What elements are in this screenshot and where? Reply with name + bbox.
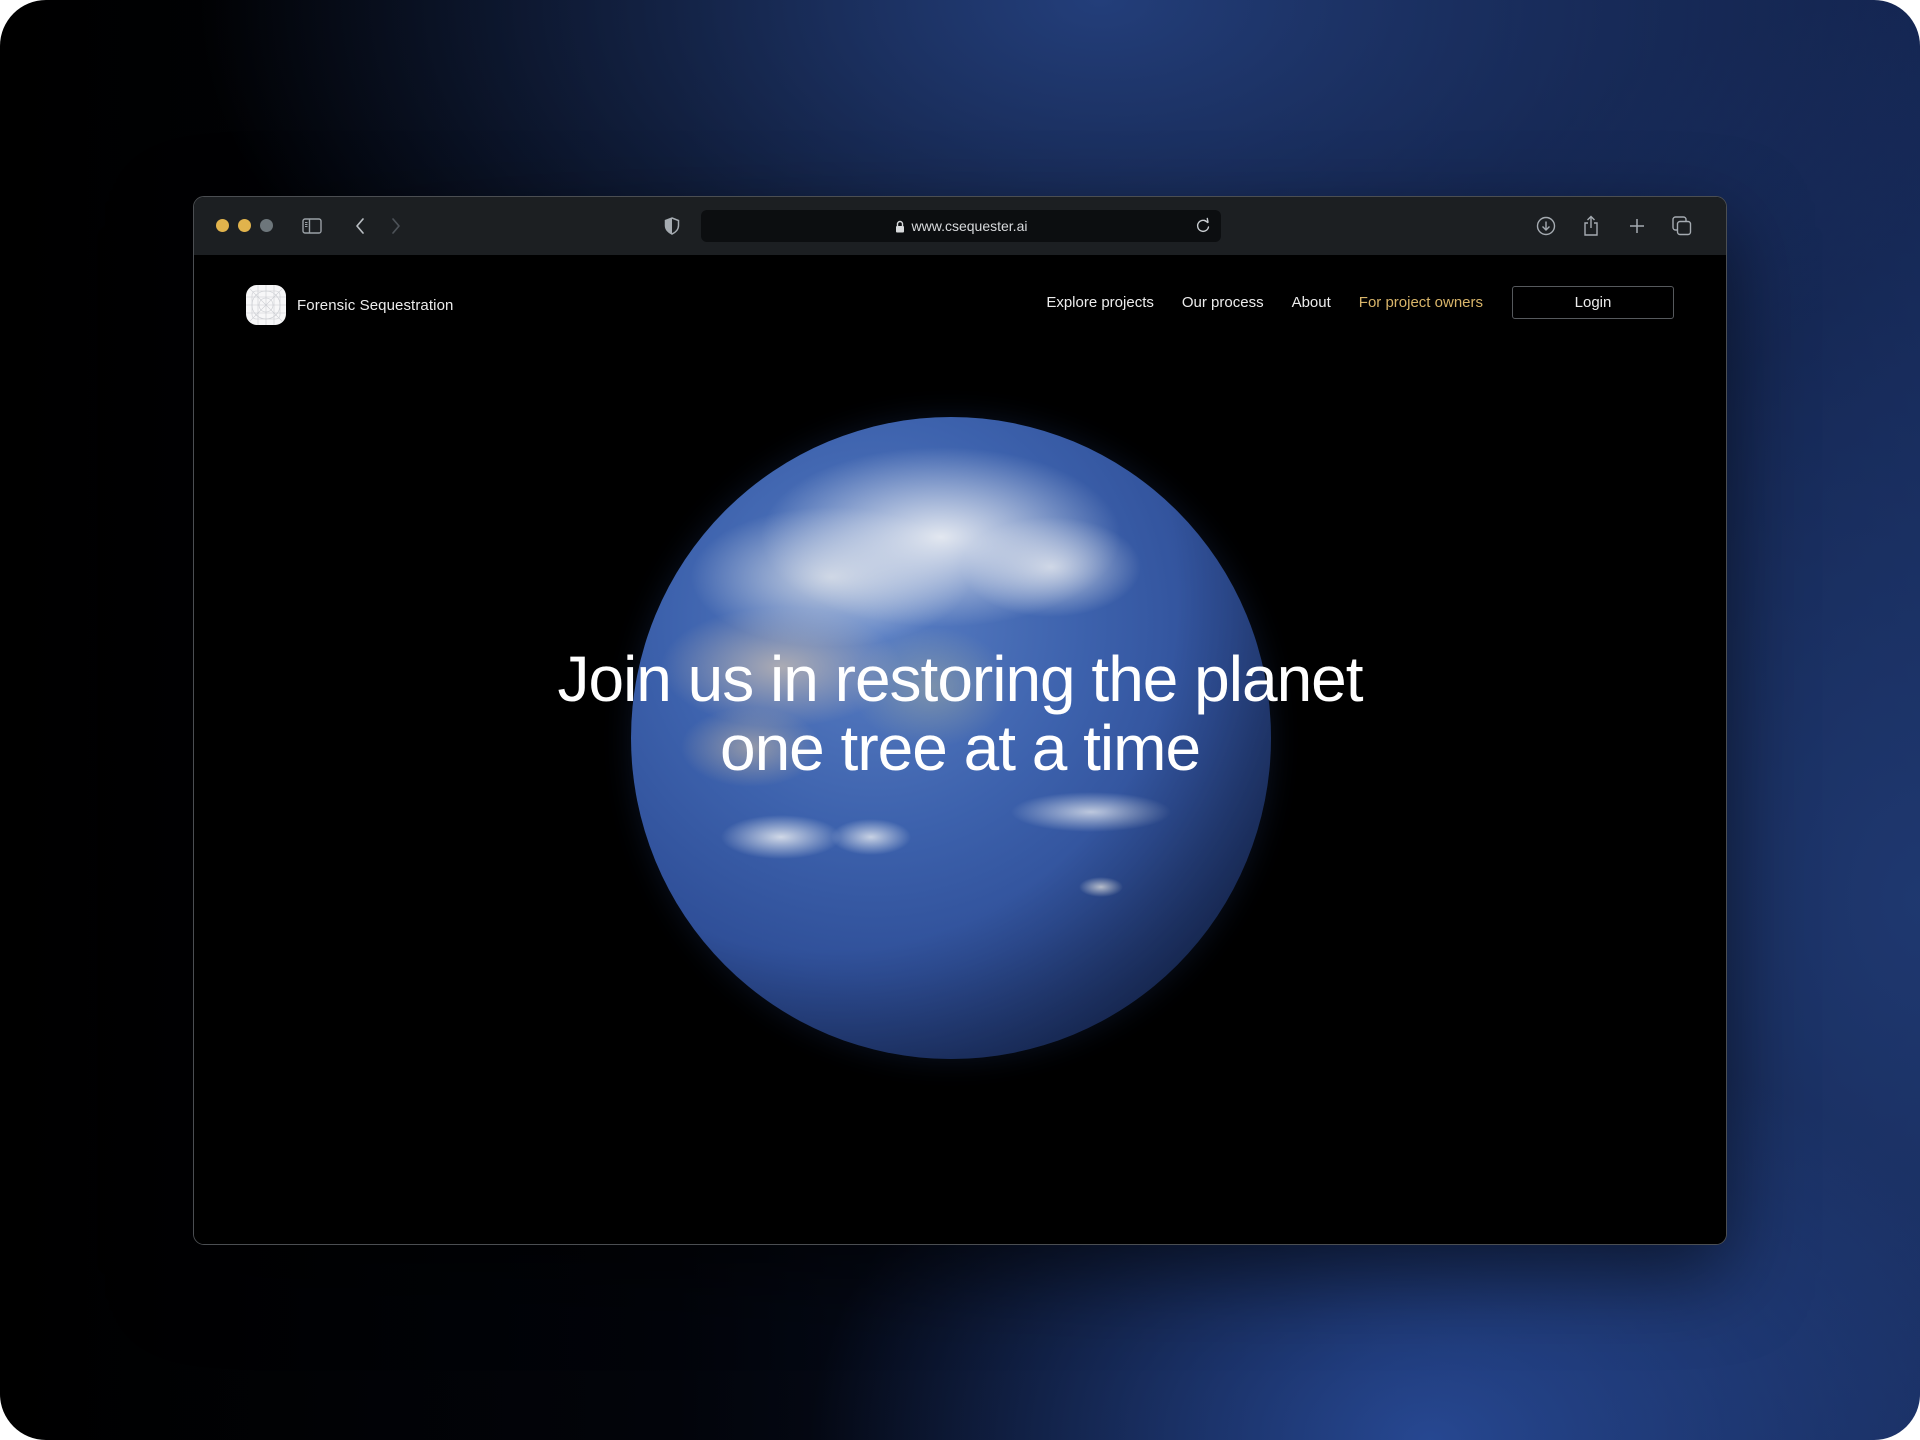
nav-about[interactable]: About xyxy=(1292,294,1331,311)
minimize-window-button[interactable] xyxy=(238,219,251,232)
nav-explore-projects[interactable]: Explore projects xyxy=(1046,294,1154,311)
brand[interactable]: Forensic Sequestration xyxy=(246,285,453,325)
main-nav: Explore projects Our process About For p… xyxy=(1018,285,1674,319)
address-bar[interactable]: www.csequester.ai xyxy=(701,210,1221,242)
login-button[interactable]: Login xyxy=(1512,285,1674,319)
reload-icon[interactable] xyxy=(1195,217,1211,234)
share-icon[interactable] xyxy=(1576,211,1606,241)
zoom-window-button[interactable] xyxy=(260,219,273,232)
browser-toolbar: www.csequester.ai xyxy=(194,197,1726,255)
brand-logo-icon xyxy=(246,285,286,325)
nav-our-process[interactable]: Our process xyxy=(1182,294,1264,311)
web-page: Forensic Sequestration Explore projects … xyxy=(194,255,1726,1244)
close-window-button[interactable] xyxy=(216,219,229,232)
back-chevron-icon[interactable] xyxy=(345,211,375,241)
sidebar-icon[interactable] xyxy=(297,211,327,241)
nav-for-project-owners[interactable]: For project owners xyxy=(1359,294,1483,311)
url-text: www.csequester.ai xyxy=(911,218,1028,234)
hero-headline: Join us in restoring the planet one tree… xyxy=(194,645,1726,783)
lock-icon xyxy=(895,220,905,233)
browser-window: www.csequester.ai Forensic Sequestration… xyxy=(193,196,1727,1245)
hero-line-2: one tree at a time xyxy=(719,712,1201,784)
hero-line-1: Join us in restoring the planet xyxy=(557,643,1363,715)
brand-name: Forensic Sequestration xyxy=(297,296,454,314)
desktop-backdrop: www.csequester.ai Forensic Sequestration… xyxy=(0,0,1920,1440)
new-tab-icon[interactable] xyxy=(1622,211,1652,241)
forward-chevron-icon[interactable] xyxy=(381,211,411,241)
download-icon[interactable] xyxy=(1531,211,1561,241)
tabs-overview-icon[interactable] xyxy=(1667,211,1697,241)
shield-icon[interactable] xyxy=(657,211,687,241)
